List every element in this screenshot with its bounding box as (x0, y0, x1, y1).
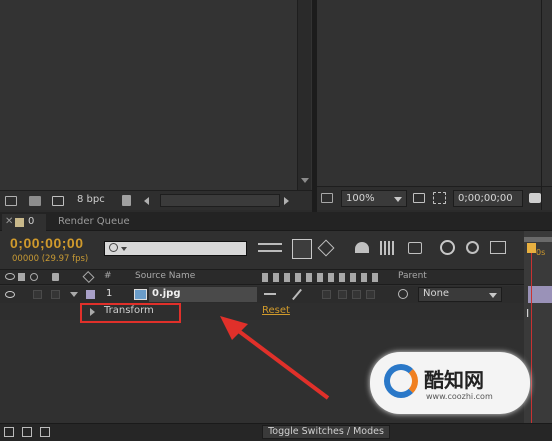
new-composition-icon[interactable] (52, 196, 64, 206)
region-of-interest-icon[interactable] (413, 193, 425, 203)
in-out-pane-icon[interactable] (40, 427, 50, 437)
always-preview-icon[interactable] (321, 193, 333, 203)
viewer-divider (541, 0, 542, 210)
trash-icon[interactable] (122, 195, 131, 206)
project-toolbar: 8 bpc (0, 190, 312, 210)
text-cursor-icon: I (526, 307, 530, 320)
parent-pickwhip-icon[interactable] (398, 289, 408, 299)
search-input[interactable] (104, 241, 247, 256)
effect-switch[interactable] (322, 290, 331, 299)
switches-icons (262, 273, 378, 282)
coozhi-logo-icon (384, 364, 418, 398)
expand-layer-chevron-icon[interactable] (70, 292, 78, 297)
audio-toggle[interactable] (33, 290, 42, 299)
bpc-label[interactable]: 8 bpc (77, 194, 105, 205)
tab-render-queue-label: Render Queue (58, 216, 130, 227)
tab-render-queue[interactable]: Render Queue (58, 214, 148, 231)
zoom-value: 100% (346, 193, 375, 204)
annotation-highlight-box (80, 303, 181, 323)
zoom-dropdown[interactable]: 100% (341, 190, 407, 207)
viewer-toolbar: 100% 0;00;00;00 (317, 186, 552, 210)
layer-row[interactable]: 1 0.jpg None (0, 286, 524, 303)
shy-layers-icon[interactable] (355, 242, 369, 253)
project-panel (0, 0, 312, 190)
new-folder-icon[interactable] (29, 196, 41, 206)
graph-editor-icon[interactable] (490, 241, 506, 254)
parent-value: None (423, 288, 450, 299)
tab-composition[interactable]: ✕ 0 (2, 214, 46, 231)
camera-snapshot-icon[interactable] (529, 193, 541, 203)
coozhi-watermark: 酷知网 www.coozhi.com (370, 352, 530, 414)
search-icon (109, 243, 118, 252)
quality-switch-icon[interactable] (292, 288, 302, 301)
solo-icon[interactable] (30, 273, 38, 281)
label-tag-icon[interactable] (82, 270, 95, 284)
playhead-line (531, 253, 532, 428)
adjustment-switch[interactable] (352, 290, 361, 299)
frame-blending-icon[interactable] (380, 241, 396, 255)
layer-index: 1 (106, 288, 113, 299)
parent-dropdown[interactable]: None (418, 287, 502, 302)
work-area-bar[interactable] (524, 237, 552, 242)
number-column-header: # (104, 271, 112, 281)
composition-viewer (317, 0, 552, 186)
auto-keyframe-icon[interactable] (466, 241, 479, 254)
scroll-right-arrow-icon[interactable] (284, 197, 289, 205)
brainstorm-icon[interactable] (440, 240, 455, 255)
comp-color-swatch (15, 218, 24, 227)
watermark-url: www.coozhi.com (426, 392, 493, 401)
layer-column-header: # Source Name Parent (0, 269, 524, 285)
project-scrollbar[interactable] (297, 0, 311, 190)
viewer-timecode[interactable]: 0;00;00;00 (453, 190, 523, 207)
close-icon[interactable]: ✕ (5, 214, 13, 230)
composition-mini-flowchart-icon[interactable] (258, 243, 282, 252)
watermark-logo-text: 酷知网 (424, 368, 484, 392)
source-name-column-header[interactable]: Source Name (135, 271, 195, 281)
scroll-down-arrow-icon[interactable] (301, 178, 309, 183)
solo-toggle[interactable] (51, 290, 60, 299)
motion-blur-switch[interactable] (338, 290, 347, 299)
live-update-icon[interactable] (292, 239, 312, 259)
shy-switch-icon[interactable] (264, 293, 276, 295)
current-time-display[interactable]: 0;00;00;00 (10, 235, 84, 251)
timeline-tab-bar: ✕ 0 Render Queue (0, 212, 552, 231)
layer-visibility-eye-icon[interactable] (5, 291, 15, 298)
search-dropdown-icon (121, 247, 127, 251)
frame-rate-label: 00000 (29.97 fps) (12, 254, 89, 264)
layer-label-color[interactable] (86, 290, 95, 299)
parent-column-header: Parent (398, 271, 427, 281)
tab-composition-label: 0 (28, 216, 35, 227)
modes-pane-icon[interactable] (22, 427, 32, 437)
audio-icon[interactable] (18, 273, 25, 281)
annotation-arrow (220, 316, 330, 400)
lock-icon[interactable] (52, 273, 59, 281)
layer-switches-pane-icon[interactable] (4, 427, 14, 437)
current-time-indicator[interactable] (527, 243, 536, 253)
interpret-footage-icon[interactable] (5, 196, 17, 206)
after-effects-window: 8 bpc 100% 0;00;00;00 ✕ 0 Render Queue 0… (0, 0, 552, 441)
toggle-switches-modes-button[interactable]: Toggle Switches / Modes (262, 425, 390, 439)
3d-layer-switch[interactable] (366, 290, 375, 299)
scroll-left-arrow-icon[interactable] (144, 197, 149, 205)
parent-chevron-down-icon (489, 293, 497, 298)
chevron-down-icon (394, 197, 402, 202)
motion-blur-icon[interactable] (408, 242, 422, 254)
eye-icon[interactable] (5, 273, 15, 280)
horizontal-scrollbar[interactable] (160, 194, 280, 207)
timeline-ruler[interactable]: 0s I (524, 231, 552, 428)
viewer-timecode-value: 0;00;00;00 (458, 193, 513, 204)
ruler-start-label: 0s (536, 248, 546, 257)
transparency-grid-icon[interactable] (433, 192, 446, 204)
image-footage-icon (134, 289, 147, 300)
layer-name: 0.jpg (152, 288, 181, 299)
